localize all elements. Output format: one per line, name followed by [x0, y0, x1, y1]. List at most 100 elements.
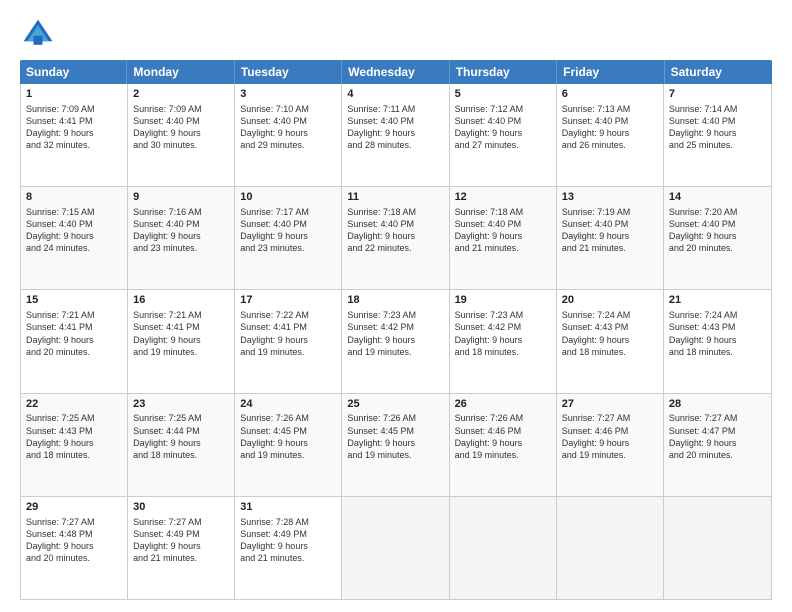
- day-info-line: Sunrise: 7:22 AM: [240, 309, 336, 321]
- day-number: 20: [562, 293, 658, 308]
- day-info-line: Sunrise: 7:15 AM: [26, 206, 122, 218]
- calendar-header: SundayMondayTuesdayWednesdayThursdayFrid…: [20, 60, 772, 84]
- day-info-line: Sunset: 4:40 PM: [133, 218, 229, 230]
- day-info-line: Sunset: 4:42 PM: [455, 321, 551, 333]
- day-info-line: and 19 minutes.: [240, 449, 336, 461]
- day-number: 11: [347, 190, 443, 205]
- day-number: 5: [455, 87, 551, 102]
- calendar-body: 1Sunrise: 7:09 AMSunset: 4:41 PMDaylight…: [20, 84, 772, 600]
- day-info-line: and 18 minutes.: [26, 449, 122, 461]
- day-info-line: Sunset: 4:44 PM: [133, 425, 229, 437]
- calendar-cell: 14Sunrise: 7:20 AMSunset: 4:40 PMDayligh…: [664, 187, 771, 289]
- day-info-line: Daylight: 9 hours: [133, 334, 229, 346]
- day-number: 3: [240, 87, 336, 102]
- day-info-line: and 18 minutes.: [669, 346, 766, 358]
- calendar-header-cell: Monday: [127, 60, 234, 84]
- day-info-line: Daylight: 9 hours: [455, 127, 551, 139]
- day-info-line: Sunrise: 7:09 AM: [133, 103, 229, 115]
- day-info-line: and 19 minutes.: [133, 346, 229, 358]
- day-info-line: Daylight: 9 hours: [455, 230, 551, 242]
- day-info-line: Sunset: 4:40 PM: [455, 115, 551, 127]
- day-info-line: and 22 minutes.: [347, 242, 443, 254]
- calendar-cell: 19Sunrise: 7:23 AMSunset: 4:42 PMDayligh…: [450, 290, 557, 392]
- day-info-line: Sunset: 4:40 PM: [455, 218, 551, 230]
- day-number: 30: [133, 500, 229, 515]
- day-number: 26: [455, 397, 551, 412]
- calendar-week: 22Sunrise: 7:25 AMSunset: 4:43 PMDayligh…: [21, 394, 771, 497]
- calendar-header-cell: Friday: [557, 60, 664, 84]
- calendar-cell: 6Sunrise: 7:13 AMSunset: 4:40 PMDaylight…: [557, 84, 664, 186]
- calendar-cell: 13Sunrise: 7:19 AMSunset: 4:40 PMDayligh…: [557, 187, 664, 289]
- day-number: 10: [240, 190, 336, 205]
- calendar-cell: 5Sunrise: 7:12 AMSunset: 4:40 PMDaylight…: [450, 84, 557, 186]
- day-info-line: Sunrise: 7:10 AM: [240, 103, 336, 115]
- day-number: 21: [669, 293, 766, 308]
- day-info-line: Sunrise: 7:27 AM: [133, 516, 229, 528]
- calendar-header-cell: Sunday: [20, 60, 127, 84]
- day-info-line: Daylight: 9 hours: [347, 230, 443, 242]
- day-info-line: Daylight: 9 hours: [26, 334, 122, 346]
- calendar-cell: 28Sunrise: 7:27 AMSunset: 4:47 PMDayligh…: [664, 394, 771, 496]
- day-info-line: Sunset: 4:46 PM: [562, 425, 658, 437]
- day-info-line: Sunset: 4:49 PM: [240, 528, 336, 540]
- day-info-line: Sunrise: 7:12 AM: [455, 103, 551, 115]
- day-info-line: and 19 minutes.: [562, 449, 658, 461]
- calendar-week: 1Sunrise: 7:09 AMSunset: 4:41 PMDaylight…: [21, 84, 771, 187]
- day-number: 31: [240, 500, 336, 515]
- day-info-line: Daylight: 9 hours: [240, 437, 336, 449]
- day-number: 18: [347, 293, 443, 308]
- day-info-line: Sunset: 4:41 PM: [240, 321, 336, 333]
- day-info-line: and 23 minutes.: [240, 242, 336, 254]
- day-info-line: and 20 minutes.: [26, 346, 122, 358]
- calendar-cell: 30Sunrise: 7:27 AMSunset: 4:49 PMDayligh…: [128, 497, 235, 599]
- day-number: 16: [133, 293, 229, 308]
- day-info-line: and 21 minutes.: [240, 552, 336, 564]
- day-info-line: Daylight: 9 hours: [347, 127, 443, 139]
- day-info-line: Daylight: 9 hours: [240, 334, 336, 346]
- calendar: SundayMondayTuesdayWednesdayThursdayFrid…: [20, 60, 772, 600]
- calendar-cell: 9Sunrise: 7:16 AMSunset: 4:40 PMDaylight…: [128, 187, 235, 289]
- calendar-cell: 21Sunrise: 7:24 AMSunset: 4:43 PMDayligh…: [664, 290, 771, 392]
- day-info-line: Sunrise: 7:21 AM: [133, 309, 229, 321]
- day-number: 2: [133, 87, 229, 102]
- calendar-cell-empty: [450, 497, 557, 599]
- calendar-cell-empty: [664, 497, 771, 599]
- calendar-cell: 22Sunrise: 7:25 AMSunset: 4:43 PMDayligh…: [21, 394, 128, 496]
- day-info-line: Sunrise: 7:14 AM: [669, 103, 766, 115]
- day-info-line: Daylight: 9 hours: [26, 540, 122, 552]
- day-info-line: Daylight: 9 hours: [26, 127, 122, 139]
- day-info-line: Sunset: 4:40 PM: [240, 115, 336, 127]
- day-info-line: Sunrise: 7:18 AM: [347, 206, 443, 218]
- day-info-line: and 24 minutes.: [26, 242, 122, 254]
- day-info-line: Sunrise: 7:11 AM: [347, 103, 443, 115]
- day-info-line: Sunrise: 7:27 AM: [26, 516, 122, 528]
- calendar-cell: 17Sunrise: 7:22 AMSunset: 4:41 PMDayligh…: [235, 290, 342, 392]
- day-info-line: and 19 minutes.: [455, 449, 551, 461]
- day-info-line: and 32 minutes.: [26, 139, 122, 151]
- day-info-line: and 19 minutes.: [347, 346, 443, 358]
- calendar-cell: 10Sunrise: 7:17 AMSunset: 4:40 PMDayligh…: [235, 187, 342, 289]
- day-info-line: and 29 minutes.: [240, 139, 336, 151]
- day-number: 17: [240, 293, 336, 308]
- day-number: 19: [455, 293, 551, 308]
- day-number: 4: [347, 87, 443, 102]
- calendar-cell-empty: [557, 497, 664, 599]
- calendar-cell: 23Sunrise: 7:25 AMSunset: 4:44 PMDayligh…: [128, 394, 235, 496]
- day-number: 29: [26, 500, 122, 515]
- day-info-line: Sunrise: 7:27 AM: [669, 412, 766, 424]
- day-info-line: Sunset: 4:46 PM: [455, 425, 551, 437]
- calendar-header-cell: Wednesday: [342, 60, 449, 84]
- day-number: 6: [562, 87, 658, 102]
- day-info-line: Daylight: 9 hours: [240, 230, 336, 242]
- day-info-line: Sunrise: 7:24 AM: [562, 309, 658, 321]
- day-info-line: Sunset: 4:40 PM: [562, 218, 658, 230]
- page: SundayMondayTuesdayWednesdayThursdayFrid…: [0, 0, 792, 612]
- day-info-line: and 21 minutes.: [133, 552, 229, 564]
- calendar-header-cell: Thursday: [450, 60, 557, 84]
- day-info-line: Sunrise: 7:24 AM: [669, 309, 766, 321]
- day-info-line: Sunrise: 7:18 AM: [455, 206, 551, 218]
- day-info-line: Sunset: 4:41 PM: [26, 115, 122, 127]
- day-info-line: Sunrise: 7:13 AM: [562, 103, 658, 115]
- calendar-cell: 3Sunrise: 7:10 AMSunset: 4:40 PMDaylight…: [235, 84, 342, 186]
- day-info-line: Sunrise: 7:26 AM: [455, 412, 551, 424]
